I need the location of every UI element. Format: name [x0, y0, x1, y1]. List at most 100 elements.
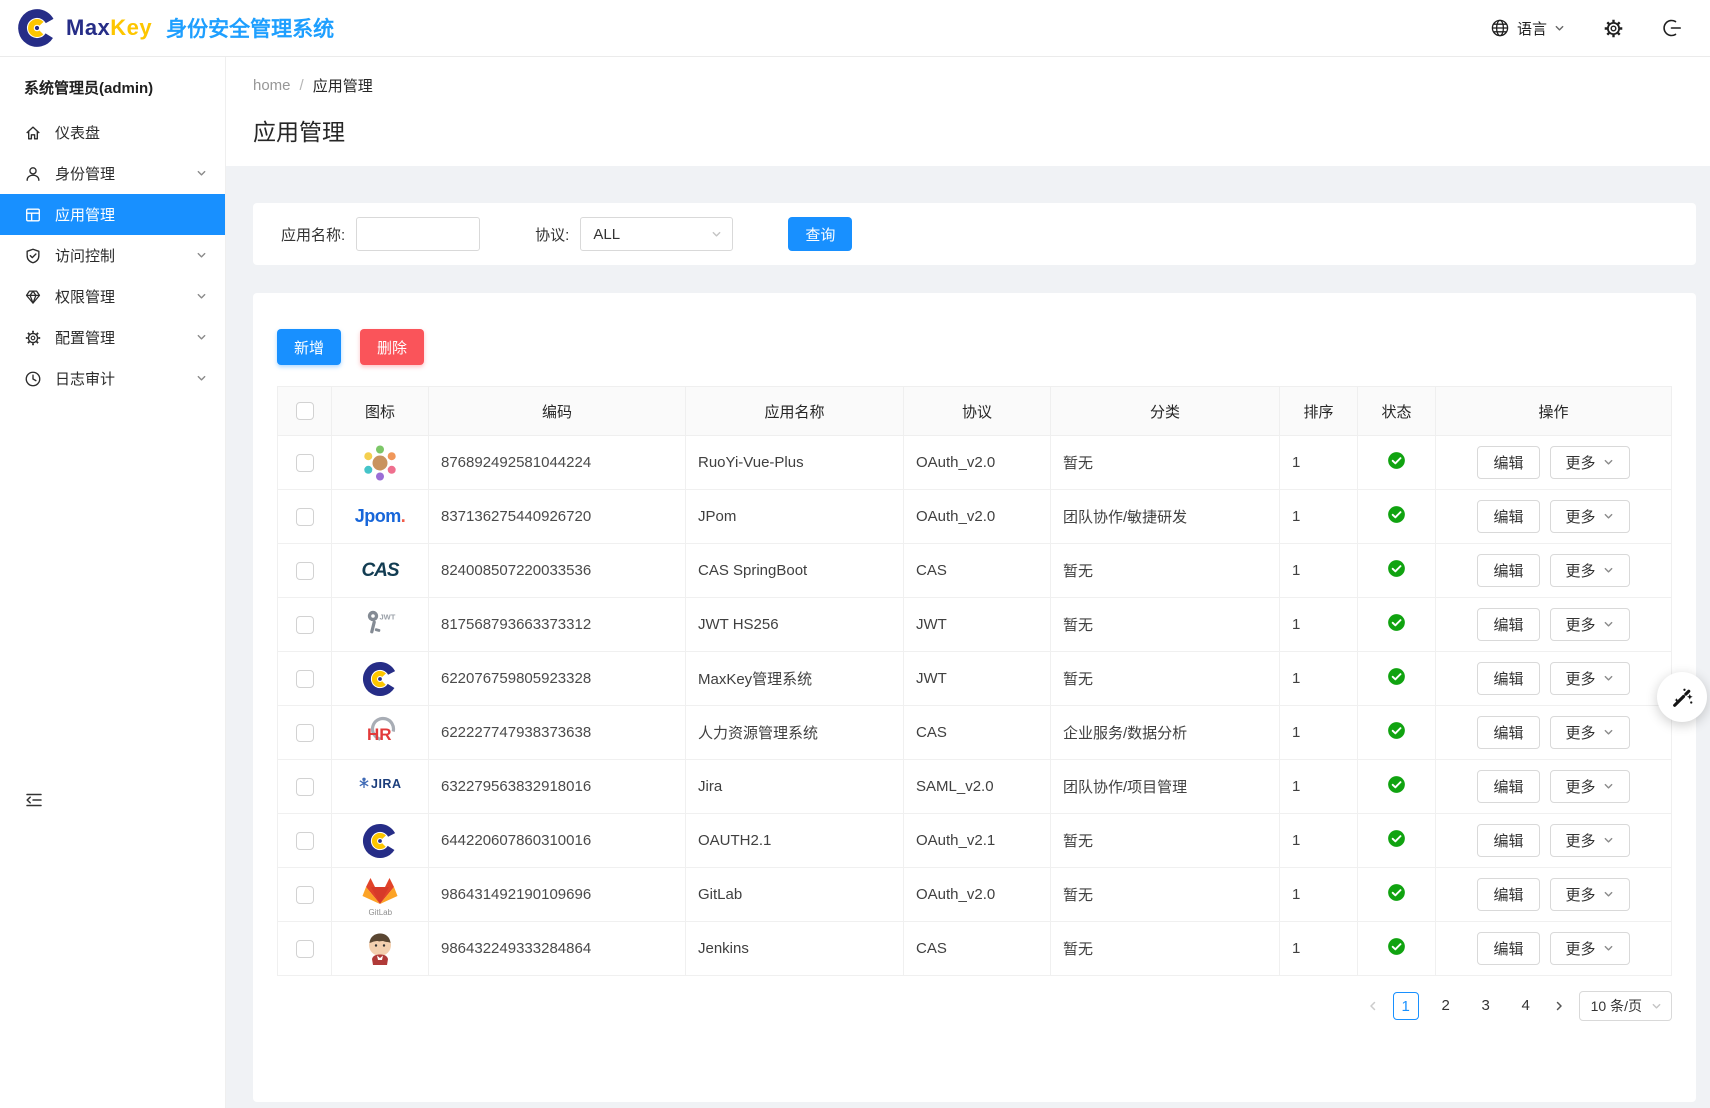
row-checkbox[interactable] [296, 562, 314, 580]
app-code: 824008507220033536 [429, 544, 686, 598]
logout-icon[interactable] [1662, 18, 1682, 38]
edit-button[interactable]: 编辑 [1477, 878, 1539, 911]
app-category: 企业服务/数据分析 [1051, 706, 1280, 760]
protocol-select[interactable]: ALL [580, 217, 733, 251]
row-checkbox[interactable] [296, 724, 314, 742]
row-checkbox[interactable] [296, 616, 314, 634]
app-sort: 1 [1280, 436, 1358, 490]
maxkey-logo-icon [16, 7, 58, 49]
search-button[interactable]: 查询 [788, 217, 852, 251]
edit-button[interactable]: 编辑 [1477, 932, 1539, 965]
sidebar-item-apps[interactable]: 应用管理 [0, 194, 225, 235]
chevron-down-icon [1603, 781, 1614, 792]
pagination-next[interactable] [1553, 1000, 1565, 1012]
row-checkbox[interactable] [296, 454, 314, 472]
more-button[interactable]: 更多 [1550, 716, 1630, 749]
pagination-page-4[interactable]: 4 [1513, 992, 1539, 1020]
filter-bar: 应用名称: 协议: ALL 查询 [253, 203, 1696, 265]
clock-icon [24, 370, 42, 388]
edit-button[interactable]: 编辑 [1477, 662, 1539, 695]
app-code: 817568793663373312 [429, 598, 686, 652]
pagination-prev[interactable] [1367, 1000, 1379, 1012]
svg-text:JIRA: JIRA [371, 777, 401, 791]
add-button[interactable]: 新增 [277, 329, 341, 365]
app-category: 暂无 [1051, 436, 1280, 490]
applications-table: 图标编码应用名称协议分类排序状态操作 876892492581044224Ruo… [277, 386, 1672, 976]
app-sort: 1 [1280, 868, 1358, 922]
edit-button[interactable]: 编辑 [1477, 824, 1539, 857]
language-button[interactable]: 语言 [1490, 18, 1565, 39]
safety-icon [24, 247, 42, 265]
chevron-down-icon [1603, 673, 1614, 684]
app-protocol: OAuth_v2.0 [904, 490, 1051, 544]
pagination-page-1[interactable]: 1 [1393, 992, 1419, 1020]
page-size-select[interactable]: 10 条/页 [1579, 991, 1672, 1021]
more-button[interactable]: 更多 [1550, 932, 1630, 965]
more-button[interactable]: 更多 [1550, 500, 1630, 533]
edit-button[interactable]: 编辑 [1477, 770, 1539, 803]
page-size-value: 10 条/页 [1591, 996, 1642, 1016]
protocol-label: 协议: [535, 224, 569, 245]
app-protocol: SAML_v2.0 [904, 760, 1051, 814]
row-checkbox[interactable] [296, 940, 314, 958]
svg-text:GitLab: GitLab [369, 908, 393, 917]
edit-button[interactable]: 编辑 [1477, 554, 1539, 587]
edit-button[interactable]: 编辑 [1477, 500, 1539, 533]
status-enabled-icon [1387, 565, 1406, 582]
edit-button[interactable]: 编辑 [1477, 446, 1539, 479]
app-category: 团队协作/项目管理 [1051, 760, 1280, 814]
sidebar-item-label: 仪表盘 [55, 122, 100, 143]
top-bar: MaxKey 身份安全管理系统 语言 [0, 0, 1710, 57]
app-name: 人力资源管理系统 [686, 706, 904, 760]
more-button[interactable]: 更多 [1550, 662, 1630, 695]
table-row: Jpom.837136275440926720JPomOAuth_v2.0团队协… [278, 490, 1672, 544]
more-button[interactable]: 更多 [1550, 608, 1630, 641]
more-button[interactable]: 更多 [1550, 446, 1630, 479]
chevron-down-icon [1651, 1001, 1662, 1012]
row-checkbox[interactable] [296, 778, 314, 796]
sidebar-item-dashboard[interactable]: 仪表盘 [0, 112, 225, 153]
edit-button[interactable]: 编辑 [1477, 608, 1539, 641]
sidebar-item-label: 权限管理 [55, 286, 115, 307]
app-category: 暂无 [1051, 922, 1280, 976]
column-header: 分类 [1051, 387, 1280, 436]
more-button[interactable]: 更多 [1550, 878, 1630, 911]
more-button[interactable]: 更多 [1550, 770, 1630, 803]
row-checkbox[interactable] [296, 886, 314, 904]
app-protocol: JWT [904, 598, 1051, 652]
row-checkbox[interactable] [296, 832, 314, 850]
delete-button[interactable]: 删除 [360, 329, 424, 365]
sidebar-item-audit[interactable]: 日志审计 [0, 358, 225, 399]
magic-wand-icon [1670, 685, 1695, 710]
svg-text:HR: HR [367, 725, 392, 744]
app-code: 986431492190109696 [429, 868, 686, 922]
row-checkbox[interactable] [296, 508, 314, 526]
sidebar-item-identity[interactable]: 身份管理 [0, 153, 225, 194]
select-all-checkbox[interactable] [296, 402, 314, 420]
sidebar-item-permission[interactable]: 权限管理 [0, 276, 225, 317]
sidebar-item-config[interactable]: 配置管理 [0, 317, 225, 358]
edit-button[interactable]: 编辑 [1477, 716, 1539, 749]
status-enabled-icon [1387, 457, 1406, 474]
row-checkbox[interactable] [296, 670, 314, 688]
more-button[interactable]: 更多 [1550, 824, 1630, 857]
status-enabled-icon [1387, 727, 1406, 744]
jwt-app-icon: JWT [361, 606, 399, 644]
column-header: 图标 [332, 387, 429, 436]
settings-gear-icon[interactable] [1603, 18, 1624, 39]
breadcrumb-home[interactable]: home [253, 77, 291, 94]
app-name: Jira [686, 760, 904, 814]
app-name: Jenkins [686, 922, 904, 976]
sidebar-item-access[interactable]: 访问控制 [0, 235, 225, 276]
collapse-sidebar-icon[interactable] [24, 790, 44, 815]
chevron-down-icon [196, 332, 207, 343]
breadcrumb-separator: / [300, 77, 304, 94]
status-enabled-icon [1387, 889, 1406, 906]
app-name-input[interactable] [356, 217, 480, 251]
table-row: 986432249333284864JenkinsCAS暂无1编辑更多 [278, 922, 1672, 976]
more-button[interactable]: 更多 [1550, 554, 1630, 587]
pagination-page-3[interactable]: 3 [1473, 992, 1499, 1020]
app-name: RuoYi-Vue-Plus [686, 436, 904, 490]
pagination-page-2[interactable]: 2 [1433, 992, 1459, 1020]
assistant-fab-button[interactable] [1657, 672, 1707, 722]
